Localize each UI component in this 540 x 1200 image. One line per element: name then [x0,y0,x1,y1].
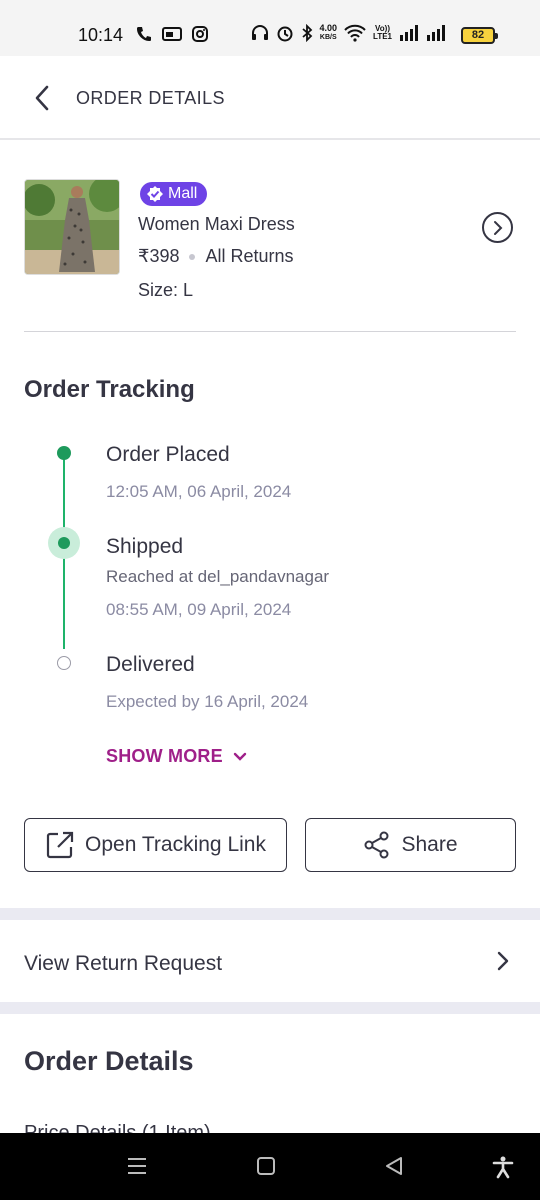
show-more-label: SHOW MORE [106,746,223,766]
menu-icon [128,1158,146,1174]
product-price-row: ₹398 All Returns [138,246,294,267]
returns-policy: All Returns [205,246,294,266]
chevron-right-icon [496,950,510,977]
status-time: 10:14 [78,25,124,45]
dress-photo [25,180,119,274]
alarm-icon [277,26,292,42]
bluetooth-icon [301,24,312,42]
back-nav-button[interactable] [383,1155,405,1182]
app-header: ORDER DETAILS [0,56,540,140]
instagram-icon [192,26,208,42]
home-square-icon [257,1157,275,1175]
step-title-shipped: Shipped [106,535,184,558]
step-time-shipped: 08:55 AM, 09 April, 2024 [106,600,292,619]
chevron-right-icon [493,220,502,235]
headphones-icon [251,25,268,40]
volte-indicator: Vo)) LTE1 [373,24,392,41]
signal-icon-2 [427,25,445,41]
phone-icon [137,27,151,41]
accessibility-icon [492,1156,514,1179]
order-details-title: Order Details [24,1046,194,1076]
chevron-left-icon [35,85,49,111]
accessibility-button[interactable] [491,1155,515,1184]
signal-icon-1 [400,25,418,41]
back-button[interactable] [26,80,58,116]
product-size: Size: L [138,280,194,300]
share-icon [364,831,389,859]
timeline-dot-shipped [58,537,70,549]
recents-button[interactable] [126,1155,148,1182]
mall-badge-label: Mall [168,185,198,202]
back-triangle-icon [386,1157,402,1175]
tracking-title: Order Tracking [24,376,195,403]
external-link-icon [46,831,74,859]
mall-badge: Mall [140,182,208,206]
system-nav-bar [0,1133,540,1200]
view-return-request-row[interactable]: View Return Request [0,920,540,1002]
step-time-delivered: Expected by 16 April, 2024 [106,692,309,711]
step-title-placed: Order Placed [106,443,230,466]
open-tracking-link-button[interactable]: Open Tracking Link [24,818,287,872]
page-title: ORDER DETAILS [76,88,225,108]
system-icons: 4.00 KB/S Vo)) LTE1 [251,24,447,42]
timeline-dot-placed [57,446,71,460]
network-speed: 4.00 KB/S [319,23,338,42]
section-divider [0,908,540,920]
notification-icons [136,26,208,42]
show-more-button[interactable]: SHOW MORE [106,746,247,767]
chevron-down-icon [233,752,246,761]
product-price: ₹398 [138,246,180,266]
wifi-icon [344,24,366,42]
step-time-placed: 12:05 AM, 06 April, 2024 [106,482,292,501]
product-name: Women Maxi Dress [138,214,295,234]
product-image [24,179,120,275]
share-button[interactable]: Share [305,818,516,872]
separator-dot [189,253,196,260]
message-icon [162,27,182,41]
verified-icon [147,186,163,202]
battery-indicator: 82 [461,27,498,44]
home-button[interactable] [255,1155,277,1182]
view-return-request-label: View Return Request [24,952,223,975]
product-details-button[interactable] [482,212,513,243]
timeline-dot-delivered [57,656,71,670]
section-divider [0,1002,540,1014]
status-bar: 10:14 4.00 KB/S Vo)) LTE1 82 [0,0,540,56]
step-subtitle-shipped: Reached at del_pandavnagar [106,567,330,586]
step-title-delivered: Delivered [106,653,195,676]
product-card[interactable]: Mall Women Maxi Dress ₹398 All Returns S… [24,142,516,332]
share-label: Share [401,833,458,856]
open-tracking-link-label: Open Tracking Link [85,833,266,856]
